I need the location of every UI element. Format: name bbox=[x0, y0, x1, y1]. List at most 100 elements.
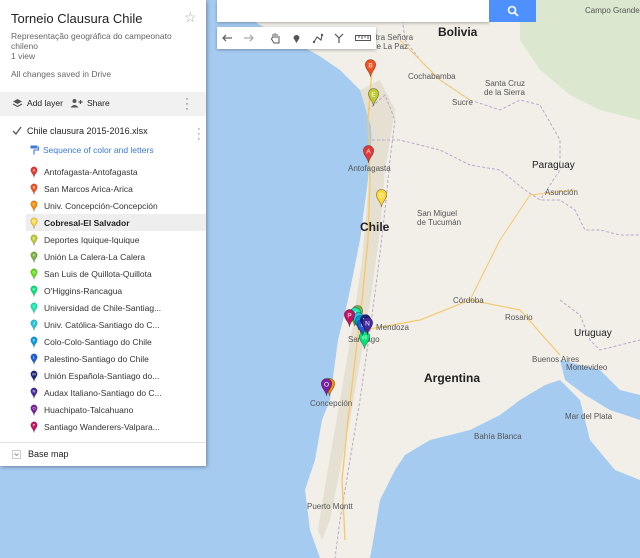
svg-text:I: I bbox=[33, 303, 34, 308]
map-label-campo-grande: Campo Grande bbox=[585, 6, 640, 15]
layer-item[interactable]: H O'Higgins-Rancagua bbox=[26, 282, 206, 299]
marker-icon: E bbox=[30, 234, 38, 246]
layer-visibility-checkbox[interactable] bbox=[12, 126, 22, 136]
layer-name[interactable]: Chile clausura 2015-2016.xlsx bbox=[27, 126, 148, 136]
svg-text:C: C bbox=[33, 201, 36, 206]
layer-header[interactable]: Chile clausura 2015-2016.xlsx bbox=[12, 126, 148, 136]
map-marker[interactable]: N bbox=[361, 316, 374, 336]
undo-button[interactable] bbox=[217, 27, 238, 49]
marker-icon: D bbox=[30, 217, 38, 229]
style-link[interactable]: Sequence of color and letters bbox=[30, 145, 154, 155]
draw-line-icon bbox=[312, 33, 323, 44]
star-icon[interactable]: ☆ bbox=[184, 9, 197, 26]
layer-item[interactable]: F Unión La Calera-La Calera bbox=[26, 248, 206, 265]
marker-icon: M bbox=[30, 370, 38, 382]
search-icon bbox=[507, 5, 519, 17]
map-label-sucre: Sucre bbox=[452, 98, 473, 107]
map-label-puerto-montt: Puerto Montt bbox=[307, 502, 353, 511]
layer-item-label: Santiago Wanderers-Valpara... bbox=[44, 421, 160, 432]
map-label-montevideo: Montevideo bbox=[566, 363, 608, 372]
map-marker[interactable]: A bbox=[362, 144, 375, 164]
chevron-down-icon bbox=[12, 449, 21, 459]
layer-item[interactable]: N Audax Italiano-Santiago do C... bbox=[26, 384, 206, 401]
svg-text:P: P bbox=[347, 312, 351, 319]
share-button[interactable]: Share bbox=[70, 98, 110, 108]
marker-icon: K bbox=[30, 336, 38, 348]
map-legend-panel: Torneio Clausura Chile ☆ Representação g… bbox=[0, 0, 206, 466]
style-link-label: Sequence of color and letters bbox=[43, 145, 154, 155]
layer-item-label: Univ. Concepción-Concepción bbox=[44, 200, 158, 211]
svg-text:K: K bbox=[33, 337, 36, 342]
marker-icon: N bbox=[30, 387, 38, 399]
add-marker-button[interactable] bbox=[286, 27, 307, 49]
map-label-paraguay: Paraguay bbox=[532, 160, 575, 171]
svg-text:N: N bbox=[365, 320, 370, 327]
panel-divider bbox=[0, 442, 206, 443]
layer-item[interactable]: D Cobresal-El Salvador bbox=[26, 214, 206, 231]
layer-item[interactable]: K Colo-Colo-Santiago do Chile bbox=[26, 333, 206, 350]
base-map-toggle[interactable]: Base map bbox=[12, 449, 69, 459]
layer-item-label: Deportes Iquique-Iquique bbox=[44, 234, 140, 245]
search-input[interactable] bbox=[217, 0, 489, 22]
map-marker[interactable]: P bbox=[343, 308, 356, 328]
layer-item-label: Antofagasta-Antofagasta bbox=[44, 166, 138, 177]
marker-icon: H bbox=[30, 285, 38, 297]
layer-item-label: Colo-Colo-Santiago do Chile bbox=[44, 336, 152, 347]
layer-item-label: Unión Española-Santiago do... bbox=[44, 370, 160, 381]
measure-button[interactable] bbox=[349, 27, 376, 49]
map-marker[interactable]: E bbox=[367, 87, 380, 107]
map-toolbar bbox=[217, 27, 376, 49]
svg-text:P: P bbox=[33, 422, 36, 427]
layer-item[interactable]: I Universidad de Chile-Santiag... bbox=[26, 299, 206, 316]
svg-text:O: O bbox=[32, 405, 35, 410]
layer-item[interactable]: G San Luis de Quillota-Quillota bbox=[26, 265, 206, 282]
layer-item[interactable]: L Palestino-Santiago do Chile bbox=[26, 350, 206, 367]
layer-item-label: Univ. Católica-Santiago do C... bbox=[44, 319, 160, 330]
map-label-uruguay: Uruguay bbox=[574, 328, 612, 339]
marker-icon: O bbox=[30, 404, 38, 416]
map-marker[interactable]: B bbox=[364, 58, 377, 78]
map-label-concepcion: Concepción bbox=[310, 399, 353, 408]
layer-item[interactable]: P Santiago Wanderers-Valpara... bbox=[26, 418, 206, 435]
map-title[interactable]: Torneio Clausura Chile bbox=[11, 11, 143, 26]
directions-button[interactable] bbox=[328, 27, 349, 49]
base-map-label: Base map bbox=[28, 449, 69, 459]
layer-item[interactable]: E Deportes Iquique-Iquique bbox=[26, 231, 206, 248]
layer-item-label: Universidad de Chile-Santiag... bbox=[44, 302, 162, 313]
marker-icon: C bbox=[30, 200, 38, 212]
view-count: 1 view bbox=[11, 51, 36, 61]
layer-item[interactable]: M Unión Española-Santiago do... bbox=[26, 367, 206, 384]
layer-item[interactable]: J Univ. Católica-Santiago do C... bbox=[26, 316, 206, 333]
marker-icon: I bbox=[30, 302, 38, 314]
undo-icon bbox=[222, 34, 232, 41]
map-label-bahia-blanca: Bahía Blanca bbox=[474, 432, 522, 441]
map-description-text: Representação geográfica do campeonato c… bbox=[11, 31, 172, 51]
layer-options-menu-icon[interactable]: · · · bbox=[197, 124, 201, 145]
add-layer-button[interactable]: Add layer bbox=[12, 98, 63, 108]
layer-item[interactable]: A Antofagasta-Antofagasta bbox=[26, 163, 206, 180]
layer-item[interactable]: C Univ. Concepción-Concepción bbox=[26, 197, 206, 214]
layer-item[interactable]: O Huachipato-Talcahuano bbox=[26, 401, 206, 418]
marker-icon: G bbox=[30, 268, 38, 280]
layer-item-label: San Luis de Quillota-Quillota bbox=[44, 268, 152, 279]
checkmark-icon bbox=[12, 126, 22, 136]
map-description[interactable]: Representação geográfica do campeonato c… bbox=[11, 31, 189, 61]
marker-icon: B bbox=[30, 183, 38, 195]
search-button[interactable] bbox=[489, 0, 536, 22]
paint-roller-icon bbox=[30, 145, 39, 155]
map-label-cordoba: Córdoba bbox=[453, 296, 484, 305]
layer-item-label: Audax Italiano-Santiago do C... bbox=[44, 387, 162, 398]
layer-item-label: O'Higgins-Rancagua bbox=[44, 285, 123, 296]
svg-text:A: A bbox=[33, 167, 36, 172]
layer-item[interactable]: B San Marcos Arica-Arica bbox=[26, 180, 206, 197]
map-marker[interactable]: D bbox=[375, 188, 388, 208]
svg-text:J: J bbox=[33, 320, 35, 325]
add-layer-label: Add layer bbox=[27, 98, 63, 108]
pan-button[interactable] bbox=[265, 27, 286, 49]
redo-button[interactable] bbox=[238, 27, 259, 49]
map-label-de-la-paz: de La Paz bbox=[372, 42, 409, 51]
search-box[interactable] bbox=[217, 0, 489, 22]
draw-line-button[interactable] bbox=[307, 27, 328, 49]
map-options-menu-icon[interactable]: · · · bbox=[185, 92, 189, 114]
map-marker[interactable]: O bbox=[320, 377, 333, 397]
